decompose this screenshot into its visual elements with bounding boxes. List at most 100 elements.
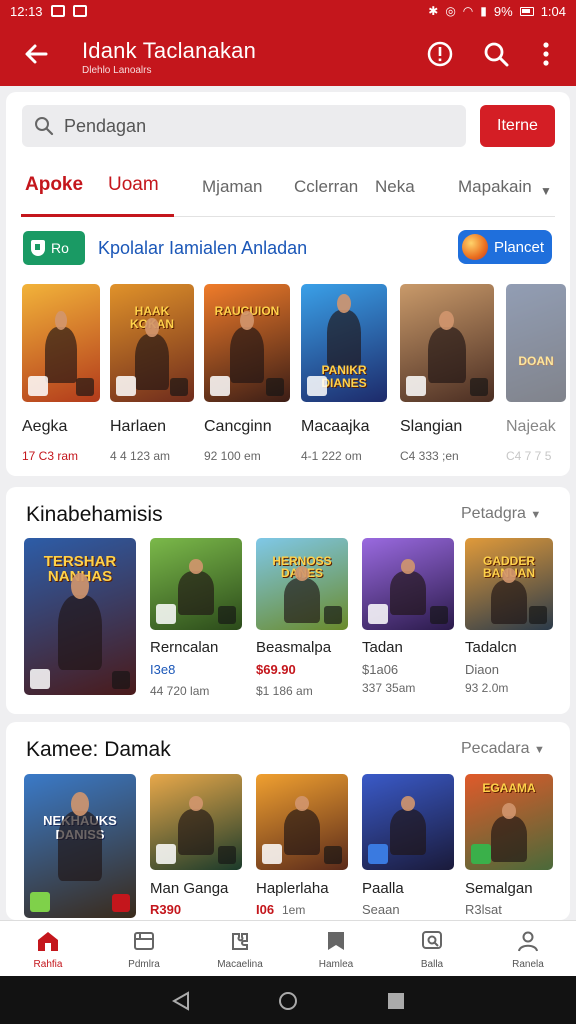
chevron-down-icon[interactable]: ▼ (540, 184, 552, 198)
game-name[interactable]: Tadalcn (465, 639, 517, 656)
nav-item-flag[interactable]: Hamlea (288, 921, 384, 976)
game-name[interactable]: Beasmalpa (256, 639, 331, 656)
nav-item-games[interactable]: Macaelina (192, 921, 288, 976)
game-card[interactable]: Slangian C4 333 ;en (400, 284, 494, 463)
nav-label: Hamlea (318, 959, 354, 970)
nav-item-search[interactable]: Balla (384, 921, 480, 976)
game-name[interactable]: Semalgan (465, 880, 533, 897)
game-thumbnail[interactable] (256, 774, 348, 870)
game-art-title: DOAN (518, 353, 554, 368)
nav-label: Rahfia (33, 959, 63, 970)
game-name: Slangian (400, 418, 463, 435)
game-name[interactable]: Tadan (362, 639, 403, 656)
game-meta: $1 186 am (256, 684, 313, 698)
game-thumbnail[interactable] (362, 538, 454, 630)
search-input[interactable]: Pendagan (22, 105, 466, 147)
game-thumbnail[interactable]: NEKHAUKS DANISS (24, 774, 136, 918)
promo-badge-button[interactable]: Ro (23, 231, 85, 265)
planet-button[interactable]: Plancet (458, 230, 552, 264)
system-home-icon[interactable] (277, 990, 299, 1017)
game-price: $69.90 (256, 662, 296, 677)
tab-mapakain[interactable]: Mapakain (458, 177, 532, 197)
section-more-link[interactable]: Petadgra ▼ (461, 505, 541, 523)
game-card[interactable]: PANIKR DIANES Macaajka 4-1 222 om (301, 284, 387, 463)
section-title: Kinabehamisis (26, 503, 163, 526)
game-thumbnail[interactable]: GADDER BANUAN (465, 538, 553, 630)
system-recents-icon[interactable] (385, 990, 407, 1017)
game-thumbnail: HAAK KOKAN (110, 284, 194, 402)
game-price: Diaon (465, 662, 499, 677)
game-card[interactable]: RAUCUION Cancginn 92 100 em (204, 284, 290, 463)
badge-icon (368, 844, 388, 864)
game-thumbnail[interactable]: TERSHAR NANHAS (24, 538, 136, 695)
tab-apoke[interactable]: Apoke (25, 174, 83, 196)
search-button[interactable]: Iterne (480, 105, 555, 147)
notification-icon (50, 5, 65, 17)
promo-text[interactable]: Kpolalar Iamialen Anladan (98, 238, 307, 259)
status-clock: 1:04 (540, 3, 566, 19)
more-vertical-icon[interactable] (530, 38, 562, 70)
nav-item-home[interactable]: Rahfia (0, 921, 96, 976)
game-thumbnail[interactable]: HERNOSS DANES (256, 538, 348, 630)
nav-item-profile[interactable]: Ranela (480, 921, 576, 976)
game-name: Harlaen (110, 418, 167, 435)
game-thumbnail (22, 284, 100, 402)
game-name[interactable]: Haplerlaha (256, 880, 329, 897)
section-panel: Kinabehamisis Petadgra ▼ TERSHAR NANHAS … (6, 487, 570, 714)
search-placeholder: Pendagan (64, 115, 147, 136)
flag-icon (328, 932, 344, 950)
bottom-navigation: Rahfia Pdmlra Macaelina Hamlea Balla Ran… (0, 920, 576, 976)
system-back-icon[interactable] (170, 990, 192, 1017)
game-thumbnail[interactable] (362, 774, 454, 870)
tab-cclerran[interactable]: Cclerran (294, 177, 358, 197)
game-thumbnail: RAUCUION (204, 284, 290, 402)
tab-neka[interactable]: Neka (375, 177, 415, 197)
shield-icon (31, 240, 45, 256)
game-name: Aegka (22, 418, 68, 435)
back-arrow-icon[interactable] (20, 38, 52, 70)
game-thumbnail[interactable]: EGAAMA (465, 774, 553, 870)
tab-uoam[interactable]: Uoam (108, 174, 159, 196)
active-tab-indicator (21, 214, 174, 217)
badge-icon (368, 604, 388, 624)
game-thumbnail: DOAN (506, 284, 566, 402)
badge-icon (262, 844, 282, 864)
game-thumbnail: PANIKR DIANES (301, 284, 387, 402)
game-card[interactable]: HAAK KOKAN Harlaen 4 4 123 am (110, 284, 194, 463)
game-thumbnail (400, 284, 494, 402)
badge-icon (30, 892, 50, 912)
main-panel: Pendagan Iterne Apoke Uoam Mjaman Cclerr… (6, 92, 570, 476)
home-icon (38, 932, 58, 951)
alarm-icon: ◎ (445, 4, 456, 18)
game-thumbnail[interactable] (150, 774, 242, 870)
section-more-link[interactable]: Pecadara ▼ (461, 740, 545, 758)
section-panel: Kamee: Damak Pecadara ▼ NEKHAUKS DANISS … (6, 722, 570, 920)
badge-icon (30, 669, 50, 689)
info-icon[interactable] (424, 38, 456, 70)
featured-games-row[interactable]: Aegka 17 C3 ram HAAK KOKAN Harlaen 4 4 1… (6, 284, 570, 474)
game-name[interactable]: Man Ganga (150, 880, 228, 897)
game-name[interactable]: Rerncalan (150, 639, 218, 656)
nav-label: Macaelina (217, 959, 263, 970)
badge-icon (210, 376, 230, 396)
nav-label: Ranela (512, 959, 544, 970)
bluetooth-icon: ✱ (428, 4, 439, 18)
badge-icon (470, 378, 488, 396)
badge-icon (324, 846, 342, 864)
search-icon[interactable] (480, 38, 512, 70)
game-meta: 337 35am (362, 681, 416, 695)
game-price: I3e8 (150, 662, 176, 677)
system-navigation-bar (0, 976, 576, 1024)
game-price: R390 (150, 902, 182, 917)
nav-item-library[interactable]: Pdmlra (96, 921, 192, 976)
game-meta: 4-1 222 om (301, 449, 362, 463)
game-thumbnail[interactable] (150, 538, 242, 630)
badge-icon (116, 376, 136, 396)
game-card[interactable]: DOAN Najeak C4 7 7 5 (506, 284, 566, 463)
game-card[interactable]: Aegka 17 C3 ram (22, 284, 100, 463)
game-name[interactable]: Paalla (362, 880, 404, 897)
badge-icon (406, 376, 426, 396)
nav-label: Pdmlra (128, 959, 160, 970)
badge-icon (112, 894, 130, 912)
tab-mjaman[interactable]: Mjaman (202, 177, 262, 197)
